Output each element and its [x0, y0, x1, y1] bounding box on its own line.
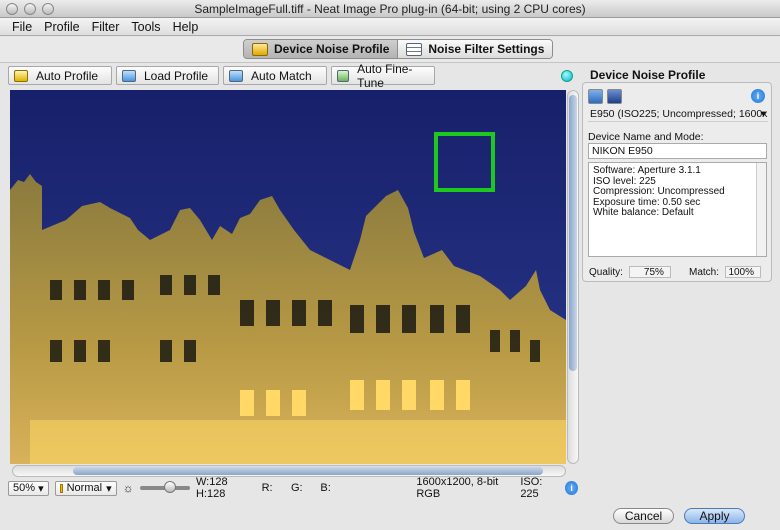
view-mode-select[interactable]: Normal ▾ — [54, 480, 117, 496]
device-name-field[interactable]: NIKON E950 — [588, 143, 767, 159]
profile-select[interactable]: E950 (ISO225; Uncompressed; 1600x1 ▾ — [588, 107, 768, 122]
zoom-window-icon[interactable] — [42, 3, 54, 15]
auto-match-button[interactable]: Auto Match — [223, 66, 327, 85]
brightness-slider[interactable] — [139, 481, 190, 493]
quality-stat: Quality: 75% — [589, 266, 671, 278]
app-window: SampleImageFull.tiff - Neat Image Pro pl… — [0, 0, 780, 530]
filter-settings-icon — [406, 42, 423, 56]
profile-info-text: Software: Aperture 3.1.1 ISO level: 225 … — [588, 162, 767, 257]
cancel-button[interactable]: Cancel — [613, 508, 674, 524]
auto-profile-button[interactable]: Auto Profile — [8, 66, 112, 85]
apply-button[interactable]: Apply — [684, 508, 745, 524]
auto-fine-tune-label: Auto Fine-Tune — [357, 61, 413, 90]
tab-label: Noise Filter Settings — [428, 42, 545, 56]
menu-profile[interactable]: Profile — [38, 18, 85, 35]
status-indicator-icon — [561, 70, 573, 82]
info-icon[interactable]: i — [565, 481, 578, 495]
menu-bar: File Profile Filter Tools Help — [0, 18, 780, 36]
menu-file[interactable]: File — [6, 18, 38, 35]
info-scrollbar[interactable] — [756, 163, 766, 256]
auto-fine-tune-button[interactable]: Auto Fine-Tune — [331, 62, 435, 90]
device-name-label: Device Name and Mode: — [588, 131, 704, 143]
chevron-down-icon: ▾ — [38, 482, 44, 495]
wand-icon — [14, 69, 28, 82]
green-readout: G: — [290, 482, 303, 494]
auto-match-label: Auto Match — [251, 68, 312, 83]
profile-toolbar: Auto Profile Load Profile Auto Match Aut… — [8, 62, 435, 90]
status-bar: 50% ▾ Normal ▾ ☼ W:128 H:128 R: G: B: 16… — [8, 476, 578, 500]
brightness-icon[interactable]: ☼ — [123, 481, 134, 495]
match-stat: Match: 100% — [689, 266, 762, 278]
vertical-scroll-thumb[interactable] — [569, 95, 577, 371]
photo-grand-place — [10, 90, 566, 464]
iso-readout: ISO: 225 — [520, 476, 543, 500]
mode-icon — [59, 483, 63, 493]
quality-label: Quality: — [589, 266, 623, 278]
selection-size: W:128 H:128 — [195, 476, 228, 500]
match-value: 100% — [725, 266, 762, 278]
menu-help[interactable]: Help — [167, 18, 205, 35]
folder-open-icon — [122, 69, 136, 82]
tab-label: Device Noise Profile — [274, 42, 390, 56]
slider-knob[interactable] — [163, 481, 176, 493]
window-title: SampleImageFull.tiff - Neat Image Pro pl… — [194, 2, 586, 16]
image-info: 1600x1200, 8-bit RGB — [416, 476, 499, 500]
load-profile-button[interactable]: Load Profile — [116, 66, 219, 85]
minimize-window-icon[interactable] — [24, 3, 36, 15]
quality-value: 75% — [628, 266, 671, 278]
horizontal-scroll-thumb[interactable] — [73, 467, 543, 475]
auto-profile-label: Auto Profile — [36, 68, 99, 83]
profile-info-icon[interactable]: i — [751, 89, 765, 103]
tab-bar: Device Noise Profile Noise Filter Settin… — [0, 37, 780, 63]
match-label: Match: — [689, 266, 720, 278]
blue-readout: B: — [320, 482, 331, 494]
info-line: Compression: Uncompressed — [593, 186, 725, 197]
load-profile-label: Load Profile — [144, 68, 209, 83]
device-profile-icon — [252, 42, 268, 56]
profile-select-value: E950 (ISO225; Uncompressed; 1600x1 — [590, 108, 768, 120]
info-line: White balance: Default — [593, 207, 694, 218]
device-noise-profile-panel: i E950 (ISO225; Uncompressed; 1600x1 ▾ D… — [582, 82, 772, 282]
chevron-down-icon: ▾ — [106, 482, 112, 495]
chevron-down-icon: ▾ — [760, 108, 766, 120]
title-bar: SampleImageFull.tiff - Neat Image Pro pl… — [0, 0, 780, 18]
vertical-scrollbar[interactable] — [567, 90, 579, 464]
tab-noise-filter-settings[interactable]: Noise Filter Settings — [397, 40, 553, 58]
zoom-select[interactable]: 50% ▾ — [8, 480, 49, 496]
menu-tools[interactable]: Tools — [125, 18, 166, 35]
menu-filter[interactable]: Filter — [86, 18, 126, 35]
zoom-value: 50% — [13, 482, 36, 494]
image-preview[interactable] — [10, 90, 566, 464]
tab-device-noise-profile[interactable]: Device Noise Profile — [244, 40, 398, 58]
fine-tune-icon — [337, 69, 350, 82]
save-profile-icon[interactable] — [607, 89, 622, 104]
match-icon — [229, 69, 243, 82]
panel-title: Device Noise Profile — [590, 68, 706, 82]
info-line: Software: Aperture 3.1.1 — [593, 165, 701, 176]
open-profile-icon[interactable] — [588, 89, 603, 104]
red-readout: R: — [261, 482, 273, 494]
close-window-icon[interactable] — [6, 3, 18, 15]
view-mode-value: Normal — [66, 482, 103, 494]
